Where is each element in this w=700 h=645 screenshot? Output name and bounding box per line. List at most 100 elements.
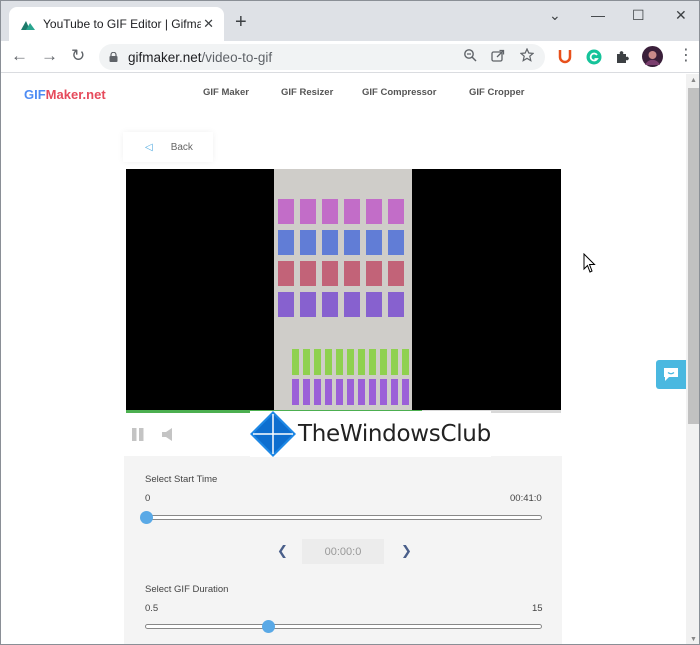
frame-tile [336,349,343,375]
new-tab-button[interactable]: + [235,12,247,32]
logo-gif: GIF [24,87,46,102]
frame-tile [388,261,404,286]
tab-title: YouTube to GIF Editor | Gifmaker.net [43,17,201,31]
start-time-slider-thumb[interactable] [140,511,153,524]
scrollbar-thumb[interactable] [688,88,699,424]
frame-tile [322,230,338,255]
mouse-cursor-icon [583,253,596,273]
frame-tile [300,261,316,286]
start-time-slider[interactable] [140,511,542,524]
frame-tile [358,379,365,405]
logo-rest: Maker.net [45,87,106,102]
page-scrollbar[interactable]: ▲ ▼ [686,74,699,644]
tab-strip: YouTube to GIF Editor | Gifmaker.net ✕ +… [1,1,699,41]
frame-tile [380,349,387,375]
tab-search-icon[interactable]: ⌄ [549,7,561,23]
frame-tile [344,199,360,224]
frame-tile [314,349,321,375]
nav-gif-cropper[interactable]: GIF Cropper [469,87,524,98]
frame-tile [278,261,294,286]
frame-tile [314,379,321,405]
frame-tile [300,230,316,255]
close-tab-icon[interactable]: ✕ [203,17,214,31]
watermark: TheWindowsClub [250,411,491,457]
start-time-display[interactable]: 00:00:0 [302,539,384,564]
frame-tile [292,379,299,405]
pause-icon[interactable] [132,428,144,441]
frame-tile [391,349,398,375]
frame-tile [380,379,387,405]
address-bar[interactable]: gifmaker.net/video-to-gif [99,44,545,70]
maximize-button[interactable]: ☐ [632,7,645,23]
video-player[interactable] [126,169,561,410]
site-header: GIFMaker.net GIF Maker GIF Resizer GIF C… [1,74,686,120]
browser-toolbar: ← → ↻ gifmaker.net/video-to-gif ⋮ [1,41,699,73]
frame-tile [325,349,332,375]
frame-tile [344,230,360,255]
scroll-down-icon[interactable]: ▼ [690,636,697,643]
forward-nav-icon[interactable]: → [41,46,58,66]
back-arrow-icon: ◁ [145,141,153,153]
grammarly-icon[interactable] [586,49,602,65]
frame-tile [278,292,294,317]
frame-tile [322,199,338,224]
back-label: Back [170,141,193,153]
frame-tile [347,349,354,375]
watermark-text: TheWindowsClub [298,421,491,447]
ublock-icon[interactable] [558,49,572,64]
video-frame-image [274,169,412,410]
frame-tile [391,379,398,405]
minimize-button[interactable]: — [591,7,605,23]
chat-button[interactable] [656,360,686,389]
profile-avatar[interactable] [642,46,663,67]
url-path: /video-to-gif [201,49,273,65]
next-frame-icon[interactable]: ❯ [401,543,412,559]
back-button[interactable]: ◁ Back [123,132,213,162]
frame-tile [344,261,360,286]
volume-icon[interactable] [162,428,174,441]
duration-slider-thumb[interactable] [262,620,276,633]
lock-icon [109,52,118,62]
frame-tile [347,379,354,405]
frame-tile [366,199,382,224]
frame-tile [402,349,409,375]
frame-tile [388,292,404,317]
frame-tile [322,261,338,286]
frame-tile [344,292,360,317]
nav-gif-maker[interactable]: GIF Maker [203,87,249,98]
start-time-min: 0 [145,493,151,504]
reload-icon[interactable]: ↻ [71,46,85,66]
frame-tile [300,199,316,224]
web-page: GIFMaker.net GIF Maker GIF Resizer GIF C… [1,74,686,644]
duration-slider[interactable] [145,620,542,633]
back-nav-icon[interactable]: ← [11,46,28,66]
close-window-button[interactable]: ✕ [675,7,687,23]
frame-tile [336,379,343,405]
duration-min: 0.5 [145,603,159,614]
scroll-up-icon[interactable]: ▲ [690,77,697,84]
zoom-icon[interactable] [463,48,477,62]
chat-icon [664,368,678,381]
frame-tile [292,349,299,375]
star-icon[interactable] [520,48,534,62]
frame-tile [322,292,338,317]
frame-tile [388,230,404,255]
previous-frame-icon[interactable]: ❮ [277,543,288,559]
frame-tile [366,292,382,317]
browser-tab[interactable]: YouTube to GIF Editor | Gifmaker.net ✕ [9,7,224,41]
nav-gif-resizer[interactable]: GIF Resizer [281,87,333,98]
puzzle-icon[interactable] [615,49,630,64]
frame-tile [358,349,365,375]
share-icon[interactable] [491,48,505,62]
site-logo[interactable]: GIFMaker.net [24,87,106,102]
start-time-max: 00:41:0 [510,493,542,504]
frame-tile [303,379,310,405]
frame-tile [278,230,294,255]
frame-tile [369,349,376,375]
frame-tile [402,379,409,405]
frame-tile [369,379,376,405]
windowsclub-logo-icon [250,411,296,457]
gif-settings-panel: Select Start Time 0 00:41:0 ❮ 00:00:0 ❯ … [124,456,562,644]
nav-gif-compressor[interactable]: GIF Compressor [362,87,436,98]
menu-icon[interactable]: ⋮ [678,46,694,66]
